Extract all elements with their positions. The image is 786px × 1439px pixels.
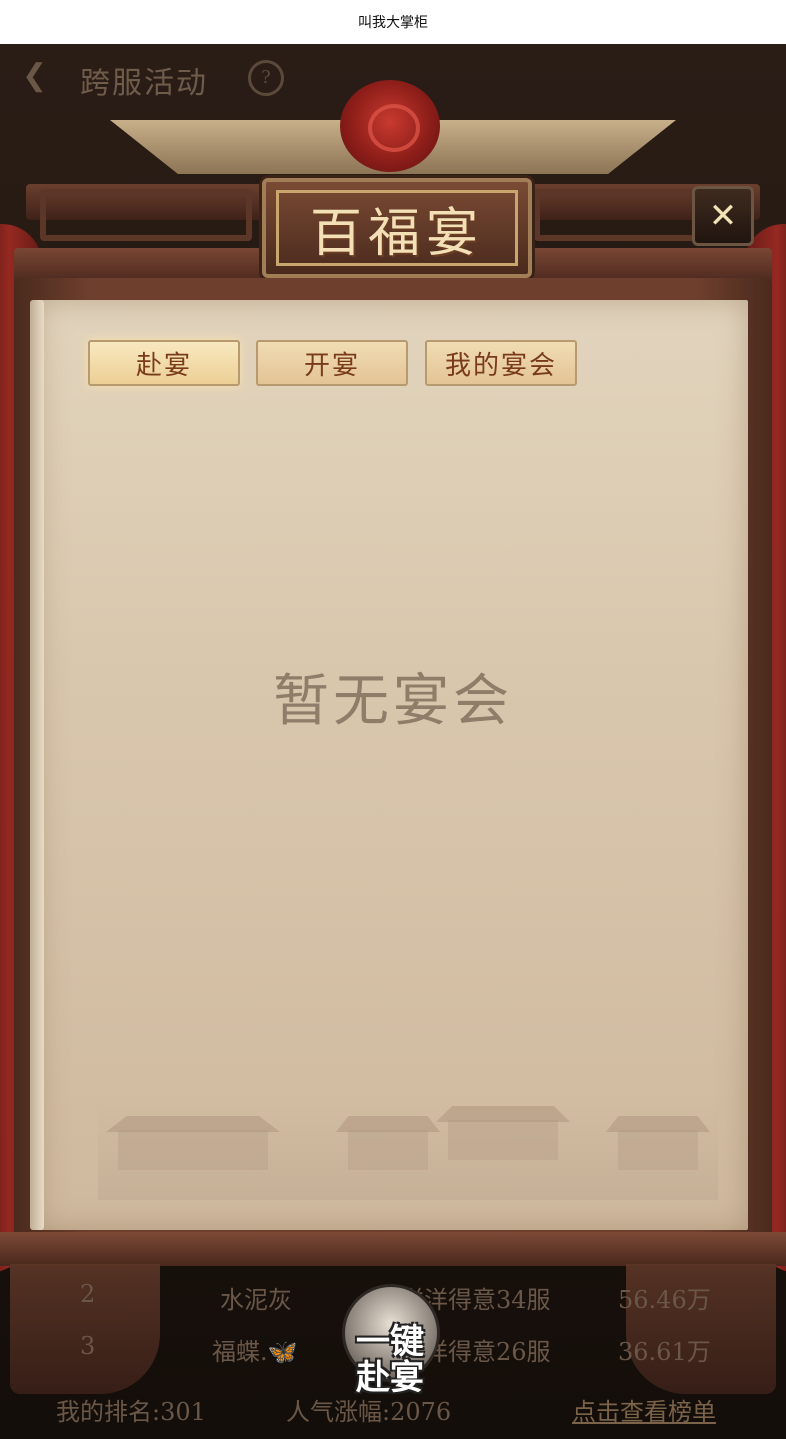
tab-attend-feast[interactable]: 赴宴 — [88, 340, 240, 386]
background-header-title: 跨服活动 — [80, 66, 208, 101]
tab-my-feasts[interactable]: 我的宴会 — [425, 340, 577, 386]
view-leaderboard-link[interactable]: 点击查看榜单 — [572, 1392, 716, 1427]
app-title: 叫我大掌柜 — [358, 14, 428, 30]
back-chevron-left-icon[interactable]: ❮ — [22, 58, 58, 94]
app-title-bar: 叫我大掌柜 — [0, 0, 786, 44]
close-icon: ✕ — [708, 196, 738, 236]
tab-host-feast[interactable]: 开宴 — [256, 340, 408, 386]
game-screen: ❮ 跨服活动 ? 百福宴 ✕ 赴宴 开宴 我的宴会 暂无宴会 2 水泥灰 洋洋得… — [0, 44, 786, 1439]
title-plaque: 百福宴 — [262, 178, 532, 278]
paper-panel — [30, 300, 748, 1230]
help-icon[interactable]: ? — [248, 60, 284, 96]
modal-title: 百福宴 — [309, 203, 484, 264]
rose-ornament-icon — [340, 80, 440, 172]
feast-button-line1: 一键 — [356, 1322, 424, 1362]
left-lattice-ornament — [40, 189, 252, 241]
empty-state-message: 暂无宴会 — [273, 669, 513, 734]
close-button[interactable]: ✕ — [692, 186, 754, 246]
my-rank: 我的排名:301 — [56, 1398, 206, 1426]
one-click-attend-button[interactable]: 一键 赴宴 — [328, 1272, 452, 1408]
palace-silhouette — [98, 1100, 718, 1200]
frame-base — [0, 1232, 786, 1266]
feast-button-line2: 赴宴 — [356, 1358, 424, 1398]
